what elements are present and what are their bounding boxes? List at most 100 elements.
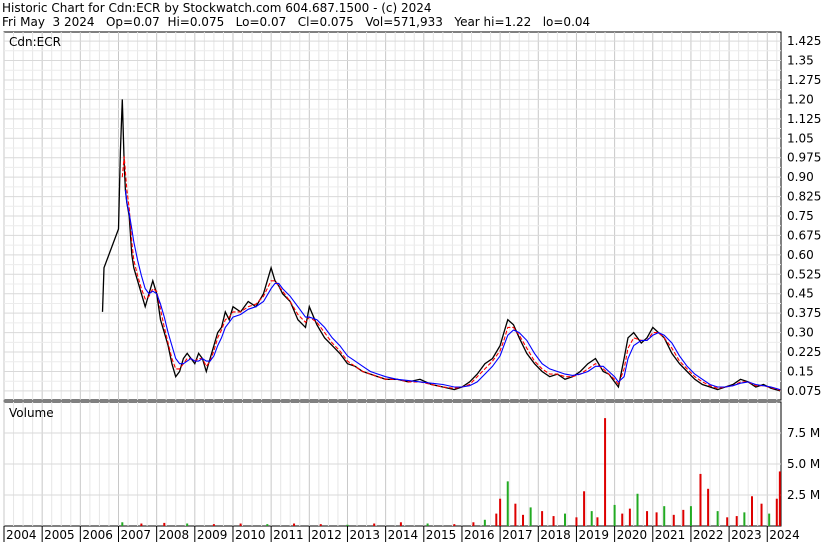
price-tick-label: 0.075 xyxy=(787,384,821,398)
volume-bar xyxy=(682,509,685,526)
volume-bar xyxy=(646,511,649,526)
volume-bar xyxy=(726,517,729,526)
volume-bar xyxy=(750,496,753,526)
volume-bar xyxy=(495,513,498,526)
price-tick-label: 1.275 xyxy=(787,73,821,87)
price-tick-label: 0.375 xyxy=(787,306,821,320)
volume-tick-label: 5.0 M xyxy=(787,457,820,471)
volume-bar xyxy=(778,471,781,526)
volume-label: Volume xyxy=(9,406,54,420)
year-tick-label: 2024 xyxy=(769,528,800,542)
volume-bar xyxy=(636,493,639,526)
year-tick-label: 2012 xyxy=(311,528,342,542)
year-tick-label: 2005 xyxy=(44,528,75,542)
volume-bar xyxy=(743,512,746,526)
volume-bar xyxy=(472,522,475,526)
volume-tick-label: 7.5 M xyxy=(787,426,820,440)
year-tick-label: 2015 xyxy=(426,528,457,542)
volume-bar xyxy=(426,523,429,526)
volume-bar xyxy=(716,511,719,526)
volume-bar xyxy=(514,503,517,526)
volume-bar xyxy=(689,506,692,526)
year-tick-label: 2023 xyxy=(731,528,762,542)
price-axis: 1.425 1.35 1.275 1.20 1.125 1.05 0.975 0.90 0.82… xyxy=(787,34,821,398)
volume-bar xyxy=(529,507,532,526)
year-tick-label: 2017 xyxy=(502,528,533,542)
volume-bar xyxy=(373,523,376,526)
price-tick-label: 1.20 xyxy=(787,92,814,106)
volume-bar xyxy=(499,498,502,526)
volume-bar xyxy=(212,524,215,526)
volume-bar xyxy=(672,514,675,526)
volume-bar xyxy=(522,514,525,526)
volume-bar xyxy=(140,523,143,526)
volume-bar xyxy=(655,512,658,526)
volume-bar xyxy=(583,491,586,526)
volume-bar xyxy=(506,481,509,526)
volume-bar xyxy=(319,524,322,526)
volume-bar xyxy=(239,523,242,526)
volume-axis: 2.5 M 5.0 M 7.5 M xyxy=(787,426,820,502)
year-tick-label: 2022 xyxy=(693,528,724,542)
year-tick-label: 2010 xyxy=(235,528,266,542)
year-tick-label: 2018 xyxy=(540,528,571,542)
volume-bar xyxy=(346,524,349,526)
price-tick-label: 1.425 xyxy=(787,34,821,48)
volume-bar xyxy=(775,498,778,526)
year-tick-label: 2013 xyxy=(349,528,380,542)
price-tick-label: 1.05 xyxy=(787,131,814,145)
volume-bar xyxy=(453,524,456,526)
year-tick-label: 2004 xyxy=(6,528,37,542)
year-tick-label: 2014 xyxy=(388,528,419,542)
year-tick-label: 2006 xyxy=(82,528,113,542)
stock-chart: 1.425 1.35 1.275 1.20 1.125 1.05 0.975 0.90 0.82… xyxy=(3,31,821,542)
volume-bar xyxy=(621,513,624,526)
volume-bar xyxy=(563,513,566,526)
volume-bar xyxy=(121,522,124,526)
price-tick-label: 0.90 xyxy=(787,170,814,184)
price-tick-label: 0.75 xyxy=(787,209,814,223)
year-tick-label: 2009 xyxy=(197,528,228,542)
volume-bar xyxy=(483,519,486,526)
volume-bar xyxy=(590,511,593,526)
volume-bar xyxy=(768,513,771,526)
price-tick-label: 0.675 xyxy=(787,228,821,242)
volume-bar xyxy=(541,511,544,526)
volume-bar xyxy=(760,503,763,526)
price-tick-label: 1.35 xyxy=(787,54,814,68)
volume-tick-label: 2.5 M xyxy=(787,488,820,502)
volume-bar xyxy=(707,488,710,526)
price-tick-label: 0.975 xyxy=(787,151,821,165)
year-tick-label: 2021 xyxy=(655,528,686,542)
volume-bar xyxy=(266,524,269,526)
price-tick-label: 0.45 xyxy=(787,287,814,301)
volume-bar xyxy=(186,523,189,526)
price-tick-label: 0.225 xyxy=(787,345,821,359)
year-tick-label: 2011 xyxy=(273,528,304,542)
price-tick-label: 0.60 xyxy=(787,248,814,262)
volume-bar xyxy=(735,516,738,526)
volume-bar xyxy=(596,517,599,526)
volume-bar xyxy=(163,522,166,526)
price-tick-label: 1.125 xyxy=(787,112,821,126)
year-axis: 2004 2005 2006 2007 2008 2009 2010 2011 2012 2013… xyxy=(3,526,800,542)
price-tick-label: 0.30 xyxy=(787,326,814,340)
volume-bar xyxy=(552,516,555,526)
price-tick-label: 0.825 xyxy=(787,190,821,204)
year-tick-label: 2007 xyxy=(120,528,151,542)
symbol-label: Cdn:ECR xyxy=(9,35,61,49)
volume-bar xyxy=(613,504,616,526)
year-tick-label: 2020 xyxy=(617,528,648,542)
volume-bar xyxy=(663,506,666,526)
year-tick-label: 2019 xyxy=(578,528,609,542)
volume-bar xyxy=(628,508,631,526)
price-tick-label: 0.15 xyxy=(787,364,814,378)
volume-bar xyxy=(604,418,607,526)
year-tick-label: 2008 xyxy=(159,528,190,542)
volume-bar xyxy=(575,517,578,526)
year-tick-label: 2016 xyxy=(464,528,495,542)
price-tick-label: 0.525 xyxy=(787,267,821,281)
volume-bar xyxy=(699,473,702,526)
volume-bar xyxy=(399,522,402,526)
volume-bar xyxy=(293,523,296,526)
